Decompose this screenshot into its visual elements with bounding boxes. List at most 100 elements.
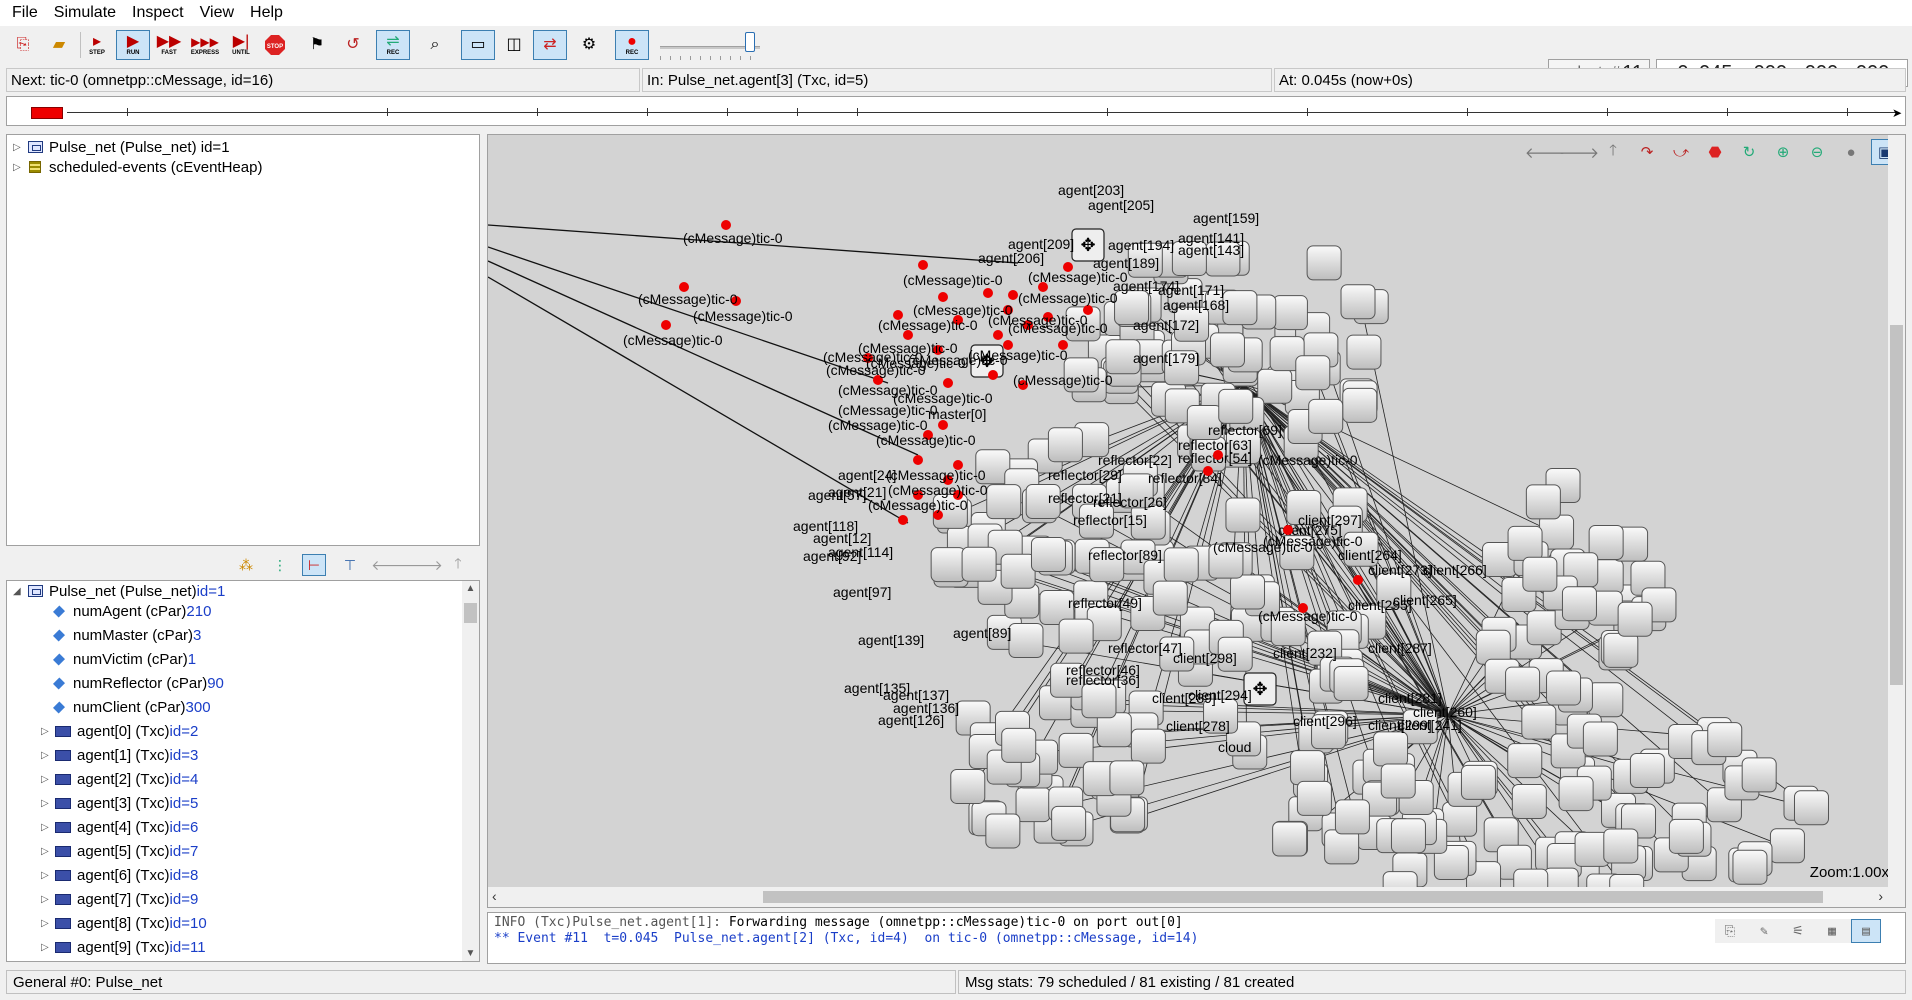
message-dot[interactable] [1213,450,1223,460]
message-dot[interactable] [661,320,671,330]
animation-speed-knob[interactable] [745,32,755,52]
find-button[interactable]: ⌕ [418,30,452,60]
module-node[interactable] [1130,728,1166,764]
module-node[interactable] [1340,284,1376,320]
module-node[interactable] [1334,799,1370,835]
module-row[interactable]: ▷ agent[6] (Txc) id=8 [41,865,198,885]
module-node[interactable] [1218,388,1254,424]
module-node[interactable] [986,484,1022,520]
menu-file[interactable]: File [4,4,46,22]
module-row[interactable]: ▷ agent[7] (Txc) id=9 [41,889,198,909]
run-button[interactable]: ▶ RUN [116,30,150,60]
expand-arrow-icon[interactable]: ▷ [41,774,55,785]
back-button[interactable]: 🡐 [371,554,409,576]
module-node[interactable] [1306,245,1342,281]
message-dot[interactable] [1353,575,1363,585]
timeline-toggle-button[interactable]: ⇄ [533,30,567,60]
module-node[interactable] [930,547,966,583]
step-button[interactable]: ▸ STEP [80,30,114,60]
module-row[interactable]: ▷ agent[9] (Txc) id=11 [41,937,206,957]
message-dot[interactable] [938,420,948,430]
module-node[interactable] [1603,632,1639,668]
module-node[interactable] [1460,764,1496,800]
inheritance-view-button[interactable]: ⊤ [338,554,362,576]
module-node[interactable] [1030,537,1066,573]
module-node[interactable] [1295,355,1331,391]
canvas-forward-button[interactable]: 🡒 [1559,139,1599,165]
finish-button[interactable]: ⚑ [300,30,334,60]
timeline-message-marker[interactable] [31,107,63,119]
event-timeline[interactable]: ➤ [6,96,1906,126]
module-node[interactable] [1546,670,1582,706]
message-dot[interactable] [898,515,908,525]
until-button[interactable]: ▶| UNTIL [224,30,258,60]
up-button[interactable]: 🡑 [446,554,470,576]
expand-arrow-icon[interactable]: ▷ [41,870,55,881]
module-row[interactable]: ▷ agent[0] (Txc) id=2 [41,721,198,741]
record-event-log-button[interactable]: ⇌ REC [376,30,410,60]
step-into-button[interactable]: ↷ [1633,139,1661,165]
expand-arrow-icon[interactable]: ▷ [13,162,27,173]
message-dot[interactable] [938,292,948,302]
param-row[interactable]: numAgent (cPar) 210 [51,601,211,621]
stop-module-button[interactable]: ⬣ [1701,139,1729,165]
module-row[interactable]: ▷ agent[4] (Txc) id=6 [41,817,198,837]
module-node[interactable] [950,768,986,804]
forward-button[interactable]: 🡒 [405,554,443,576]
expand-arrow-icon[interactable]: ▷ [41,846,55,857]
canvas-horizontal-scrollbar[interactable]: ‹ › [488,887,1905,907]
module-node[interactable] [1333,665,1369,701]
module-node[interactable] [1707,722,1743,758]
expand-arrow-icon[interactable]: ▷ [41,918,55,929]
message-dot[interactable] [1008,290,1018,300]
param-row[interactable]: numClient (cPar) 300 [51,697,211,717]
module-node[interactable] [1588,682,1624,718]
module-node[interactable] [1505,666,1541,702]
module-node[interactable] [1373,731,1409,767]
record-video-button[interactable]: ● REC [615,30,649,60]
module-node[interactable] [1008,623,1044,659]
canvas-up-button[interactable]: 🡑 [1599,139,1627,165]
network-canvas[interactable]: ✥ ✥ ✥ agent[203] agent[205] agent[209] agent[2… [487,134,1906,908]
module-node[interactable] [1308,398,1344,434]
module-node[interactable] [961,546,997,582]
module-node[interactable] [1390,818,1426,854]
module-node[interactable] [1051,805,1087,841]
module-node[interactable] [1732,849,1768,885]
module-node[interactable] [1290,750,1326,786]
module-node[interactable] [1342,387,1378,423]
module-node[interactable] [1225,497,1261,533]
layout-vertical-button[interactable]: ◫ [497,30,531,60]
open-button[interactable]: ▰ [42,30,76,60]
module-node[interactable] [1603,828,1639,864]
event-log[interactable]: INFO (Txc)Pulse_net.agent[1]: Forwarding… [487,912,1906,964]
expand-arrow-icon[interactable]: ▷ [13,142,27,153]
expand-arrow-icon[interactable]: ▷ [41,726,55,737]
scroll-right-icon[interactable]: › [1878,888,1883,904]
message-dot[interactable] [943,378,953,388]
scroll-left-icon[interactable]: ‹ [492,888,497,904]
module-node[interactable] [1521,704,1557,740]
scroll-down-icon[interactable]: ▼ [462,948,479,959]
tree-item-scheduled-events[interactable]: ▷ scheduled-events (cEventHeap) [13,157,262,177]
children-view-button[interactable]: ⊢ [302,554,326,576]
menu-inspect[interactable]: Inspect [124,4,192,22]
module-node[interactable] [1001,727,1037,763]
module-node[interactable] [1163,547,1199,583]
tree-item-network[interactable]: ▷ Pulse_net (Pulse_net) id=1 [13,137,230,157]
preferences-button[interactable]: ⚙ [572,30,606,60]
module-node[interactable] [1769,828,1805,864]
module-node[interactable] [1582,721,1618,757]
log-view-button[interactable]: ▤ [1851,919,1881,943]
flat-view-button[interactable]: ⋮ [268,554,292,576]
module-row[interactable]: ▷ agent[3] (Txc) id=5 [41,793,198,813]
module-node[interactable] [1272,821,1308,857]
module-node[interactable] [1522,556,1558,592]
module-node[interactable] [1081,683,1117,719]
module-node[interactable] [985,813,1021,849]
message-dot[interactable] [918,260,928,270]
module-node[interactable] [1000,553,1036,589]
filter-log-button[interactable]: ⚟ [1783,919,1813,943]
message-dot[interactable] [983,288,993,298]
collapse-arrow-icon[interactable]: ◢ [13,586,27,597]
